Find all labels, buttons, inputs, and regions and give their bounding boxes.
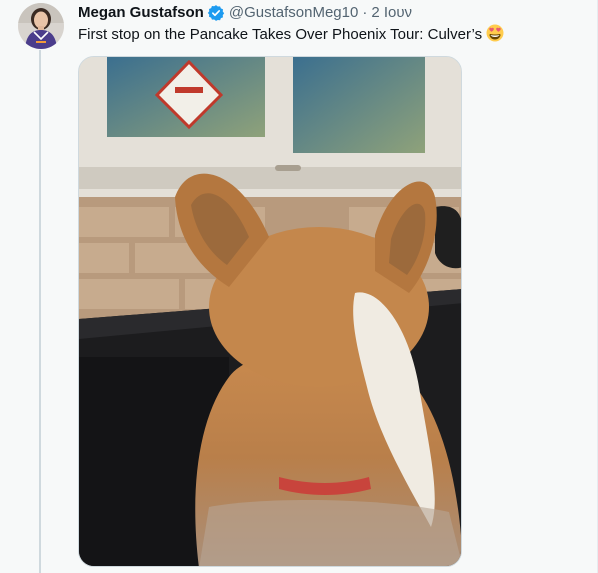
author-display-name[interactable]: Megan Gustafson <box>78 3 204 23</box>
author-handle[interactable]: @GustafsonMeg10 <box>229 3 358 23</box>
author-avatar[interactable] <box>18 3 64 49</box>
heart-eyes-emoji-icon <box>486 24 504 42</box>
verified-badge-icon <box>207 4 225 22</box>
header-separator: · <box>362 4 368 21</box>
tweet-timestamp[interactable]: 2 Ιουν <box>371 3 412 23</box>
tweet-text: First stop on the Pancake Takes Over Pho… <box>78 26 483 43</box>
tweet-photo[interactable] <box>78 56 462 567</box>
thread-connector-line <box>39 50 41 573</box>
tweet-card[interactable]: Megan Gustafson @GustafsonMeg10 · 2 Ιουν… <box>0 0 598 573</box>
tweet-body: First stop on the Pancake Takes Over Pho… <box>78 24 578 45</box>
tweet-header: Megan Gustafson @GustafsonMeg10 · 2 Ιουν <box>78 3 412 23</box>
